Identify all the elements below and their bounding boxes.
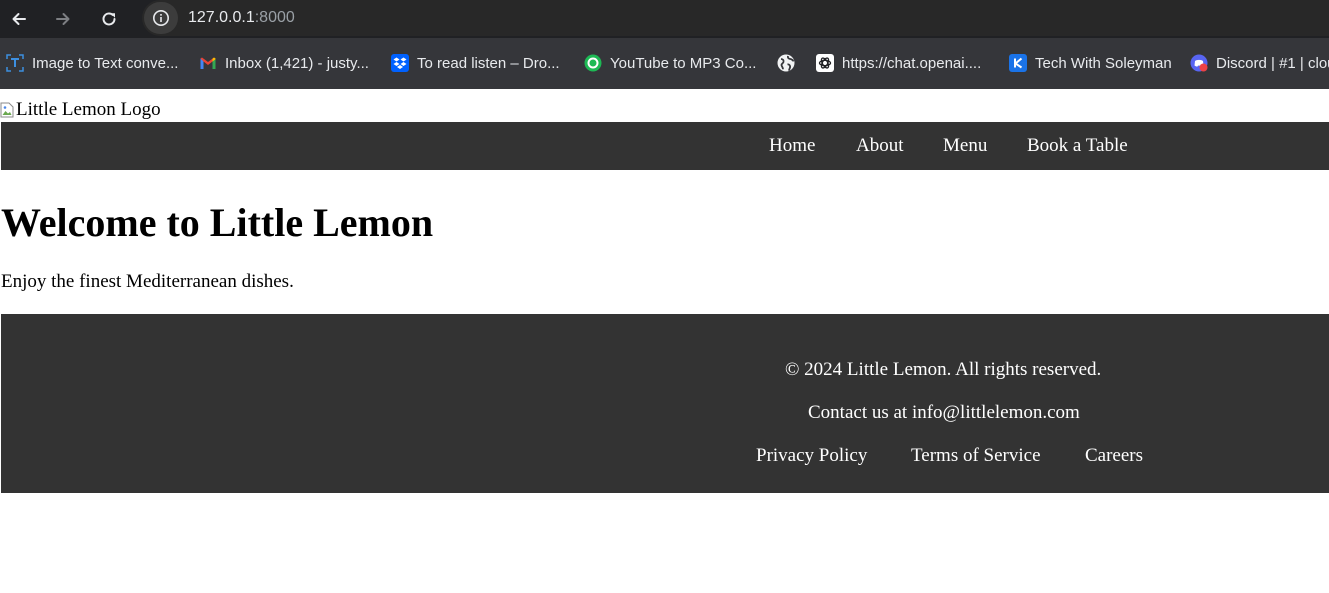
page-subtitle: Enjoy the finest Mediterranean dishes. [1, 271, 294, 292]
bookmark-image-to-text[interactable]: Image to Text conve... [6, 52, 178, 74]
bookmark-chatgpt[interactable]: https://chat.openai.... [816, 52, 981, 74]
bookmark-label: Inbox (1,421) - justy... [225, 54, 369, 72]
footer-contact: Contact us at info@littlelemon.com [808, 402, 1080, 423]
page-content: Little Lemon Logo Home About Menu Book a… [0, 89, 1329, 593]
bookmarks-bar: Image to Text conve... Inbox (1,421) - j… [0, 38, 1329, 89]
nav-about[interactable]: About [856, 135, 904, 157]
openai-icon [816, 54, 834, 72]
bookmark-tech-with-soleyman[interactable]: Tech With Soleyman [1009, 52, 1172, 74]
bookmark-dropbox[interactable]: To read listen – Dro... [391, 52, 560, 74]
arrow-right-icon [56, 13, 70, 25]
bookmark-label: YouTube to MP3 Co... [610, 54, 757, 72]
globe-icon [777, 54, 795, 72]
bookmark-gmail[interactable]: Inbox (1,421) - justy... [199, 52, 369, 74]
site-footer: © 2024 Little Lemon. All rights reserved… [1, 314, 1329, 493]
nav-menu[interactable]: Menu [943, 135, 987, 157]
site-info-button[interactable] [144, 2, 178, 34]
page-title: Welcome to Little Lemon [1, 200, 434, 245]
back-button[interactable] [5, 5, 33, 33]
nav-home[interactable]: Home [769, 135, 815, 157]
url-host: 127.0.0.1 [188, 9, 255, 26]
site-nav: Home About Menu Book a Table [1, 122, 1329, 170]
nav-book-a-table[interactable]: Book a Table [1027, 135, 1128, 157]
logo-alt-text: Little Lemon Logo [16, 99, 161, 120]
reload-button[interactable] [95, 5, 123, 33]
bookmark-label: Discord | #1 | clou [1216, 54, 1329, 72]
bookmark-youtube-mp3[interactable]: YouTube to MP3 Co... [584, 52, 756, 74]
footer-link-terms-of-service[interactable]: Terms of Service [911, 445, 1041, 467]
broken-image-icon [0, 102, 14, 118]
footer-copyright: © 2024 Little Lemon. All rights reserved… [785, 359, 1102, 380]
reload-icon [102, 12, 116, 26]
bookmark-label: Image to Text conve... [32, 54, 179, 72]
bookmark-discord[interactable]: Discord | #1 | clou [1190, 52, 1329, 74]
green-circle-icon [584, 54, 602, 72]
discord-icon [1190, 54, 1208, 72]
bookmark-label: Tech With Soleyman [1035, 54, 1172, 72]
bookmark-globe[interactable] [777, 52, 803, 74]
bookmark-label: https://chat.openai.... [842, 54, 982, 72]
bookmark-label: To read listen – Dro... [417, 54, 560, 72]
site-logo[interactable]: Little Lemon Logo [0, 99, 161, 121]
info-icon [153, 10, 169, 26]
address-bar[interactable]: 127.0.0.1:8000 [142, 0, 1329, 36]
gmail-icon [199, 54, 217, 72]
footer-link-privacy-policy[interactable]: Privacy Policy [756, 445, 867, 467]
forward-button[interactable] [49, 5, 77, 33]
blue-k-icon [1009, 54, 1027, 72]
url-text[interactable]: 127.0.0.1:8000 [188, 9, 295, 27]
dropbox-icon [391, 54, 409, 72]
text-recognition-icon [6, 54, 24, 72]
url-port: :8000 [254, 9, 295, 26]
footer-link-careers[interactable]: Careers [1085, 445, 1143, 467]
arrow-left-icon [12, 13, 26, 25]
browser-toolbar: 127.0.0.1:8000 [0, 0, 1329, 38]
